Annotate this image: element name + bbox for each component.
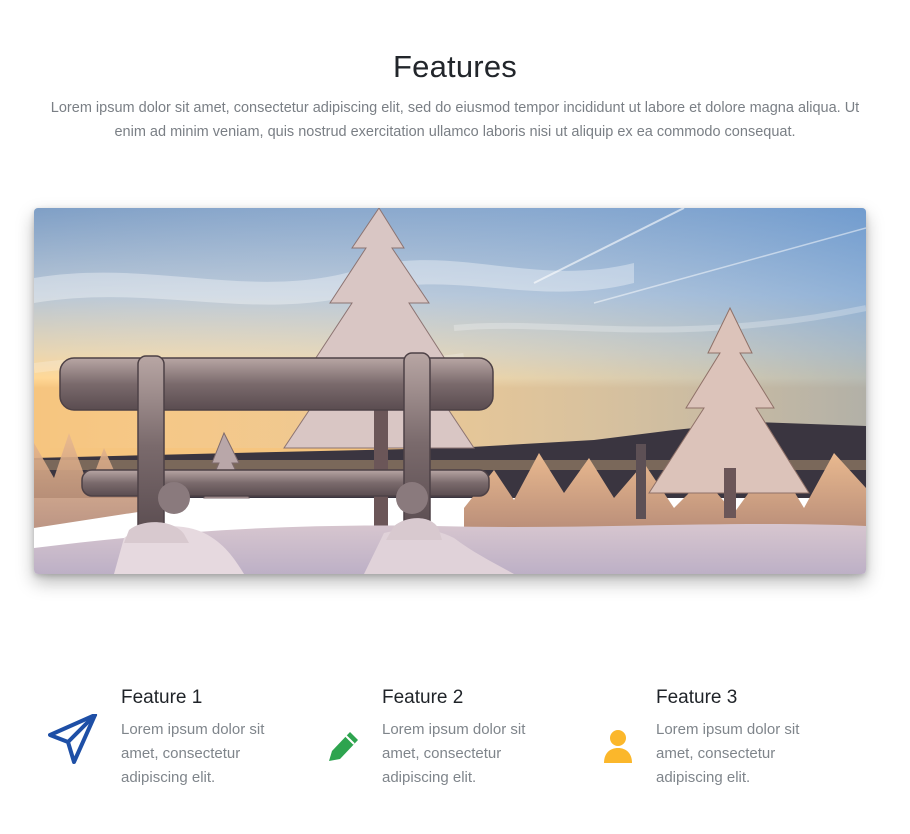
paper-plane-icon [48,713,98,769]
feature-text: Lorem ipsum dolor sit amet, consectetur … [382,721,526,786]
feature-text: Lorem ipsum dolor sit amet, consectetur … [121,721,265,786]
features-section: Features Lorem ipsum dolor sit amet, con… [0,0,910,834]
section-title: Features [393,48,517,84]
pencil-icon [326,729,360,770]
feature-title: Feature 2 [382,687,464,708]
feature-text: Lorem ipsum dolor sit amet, consectetur … [656,721,800,786]
feature-title: Feature 3 [656,687,738,708]
hero-image [34,208,866,574]
feature-title: Feature 1 [121,687,203,708]
section-description: Lorem ipsum dolor sit amet, consectetur … [50,100,860,140]
user-icon [603,729,633,768]
